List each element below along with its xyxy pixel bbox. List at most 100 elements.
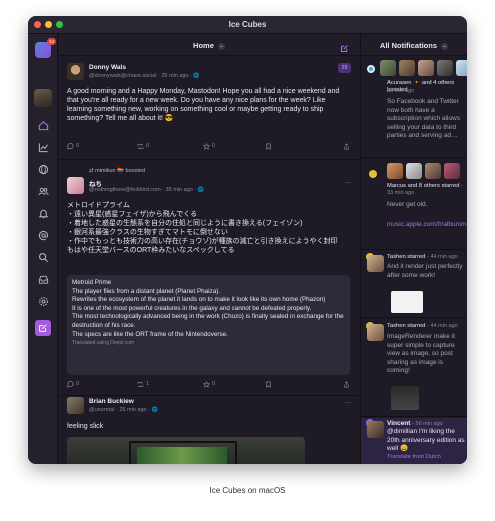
more-button[interactable]: …	[344, 178, 351, 185]
author-handle: @nothingthere@fedibird.com · 35 min ago …	[89, 187, 204, 193]
translation-line: The specs are like the ORT frame of the …	[72, 330, 228, 338]
avatar[interactable]	[437, 60, 453, 76]
screen-frame	[129, 441, 237, 464]
avatar[interactable]	[367, 421, 384, 438]
translation-line: The most technologically advanced being …	[72, 313, 344, 329]
notification-mention[interactable]: Vincent · 50 min ago @dimillian I'm liki…	[361, 418, 467, 464]
sidebar-item-community[interactable]	[35, 183, 51, 199]
avatar[interactable]	[367, 255, 384, 272]
content-line: ・着地した惑星の生態系を自分の住処と同じように書き換える(フェイゾン)	[67, 220, 303, 227]
home-timeline: Home ⌄ Donny Wals @donnywals@chaos.socia…	[59, 34, 359, 464]
search-icon	[38, 252, 48, 262]
translation-line: Metroid Prime	[72, 279, 112, 286]
app-icon[interactable]: 14	[35, 38, 56, 58]
notification-link[interactable]: music.apple.com/fr/album/numb/…	[387, 221, 467, 230]
author-handle: @unormal · 25 min ago · 🌐	[89, 407, 158, 413]
content-line: もはや任天堂バースのORT枠みたいなスペックしてる	[67, 247, 235, 254]
translation-box: Metroid Prime The player flies from a di…	[67, 275, 350, 375]
favorite-button[interactable]: 0	[203, 142, 215, 150]
sidebar-item-settings[interactable]	[35, 293, 51, 309]
globe-icon	[38, 164, 48, 174]
translation-line: The player flies from a distant planet (…	[72, 287, 221, 295]
notification-content: ImageRenderer make it super simple to ca…	[387, 333, 455, 374]
notification-content: Never get old.	[387, 201, 428, 208]
post-boosted[interactable]: ⇄ mimikun 🏳️‍🌈 boosted ねち @nothingthere@…	[59, 165, 359, 396]
star-icon	[203, 380, 210, 388]
reply-button[interactable]: 0	[67, 142, 79, 150]
translation-line: Rewrites the ecosystem of the planet it …	[72, 296, 326, 304]
reply-button[interactable]: 0	[67, 380, 79, 388]
notifications-title[interactable]: All Notifications ⌄	[361, 41, 467, 50]
sidebar-item-home[interactable]	[35, 117, 51, 133]
avatar[interactable]	[387, 163, 403, 179]
title-bar: Ice Cubes	[28, 16, 467, 34]
tray-icon	[38, 275, 48, 284]
star-badge-icon	[369, 170, 377, 178]
star-icon	[203, 142, 210, 150]
divider	[59, 159, 359, 160]
sidebar-item-explore[interactable]	[35, 249, 51, 265]
avatar[interactable]	[425, 163, 441, 179]
notification-count-badge: 14	[46, 38, 56, 45]
account-avatar[interactable]	[34, 89, 52, 107]
compose-header-button[interactable]	[340, 40, 349, 52]
translate-link[interactable]: Translate from Dutch	[387, 454, 441, 460]
more-button[interactable]: …	[344, 398, 351, 405]
content-line: メトロイドプライム	[67, 202, 130, 209]
divider	[361, 249, 467, 250]
sidebar-item-notifications[interactable]	[35, 205, 51, 221]
divider	[59, 395, 359, 396]
attached-image[interactable]	[391, 386, 419, 410]
boost-badge-icon	[367, 65, 375, 73]
post-actions: 0 1 0	[67, 379, 352, 389]
sidebar-item-messages[interactable]	[35, 271, 51, 287]
notification-item[interactable]: Tashen starred · 44 min ago And it rende…	[361, 251, 467, 318]
bookmark-button[interactable]	[265, 381, 272, 388]
sidebar-item-federated[interactable]	[35, 161, 51, 177]
avatar-row	[380, 60, 467, 76]
post-content: A good morning and a Happy Monday, Masto…	[67, 88, 340, 122]
chart-icon	[38, 142, 48, 152]
author-name[interactable]: Brian Buckiew	[89, 398, 134, 405]
notifications-header: All Notifications ⌄	[361, 34, 467, 56]
translation-line: It is one of the most powerful creatures…	[72, 304, 312, 312]
post-content: メトロイドプライム ・遠い異星(惑星フェイザ)から飛んでくる ・着地した惑星の生…	[67, 201, 352, 255]
post-donny[interactable]: Donny Wals @donnywals@chaos.social · 25 …	[59, 57, 359, 164]
divider	[361, 157, 467, 158]
post-brian[interactable]: Brian Buckiew @unormal · 25 min ago · 🌐 …	[59, 397, 359, 464]
avatar[interactable]	[399, 60, 415, 76]
avatar[interactable]	[406, 163, 422, 179]
share-icon	[344, 142, 349, 149]
translate-badge[interactable]: 29	[338, 63, 351, 73]
avatar[interactable]	[67, 63, 84, 80]
avatar[interactable]	[380, 60, 396, 76]
attached-image[interactable]	[391, 291, 423, 313]
share-icon	[344, 380, 349, 387]
avatar[interactable]	[456, 60, 467, 76]
boost-button[interactable]: 1	[137, 381, 149, 388]
timeline-header: Home ⌄	[59, 34, 359, 56]
boost-button[interactable]: 0	[137, 143, 149, 150]
bookmark-icon	[266, 381, 271, 388]
avatar[interactable]	[444, 163, 460, 179]
avatar[interactable]	[367, 324, 384, 341]
favorite-button[interactable]: 0	[203, 380, 215, 388]
chevron-down-icon: ⌄	[217, 42, 225, 50]
caption: Ice Cubes on macOS	[209, 486, 286, 495]
notification-item[interactable]: Tashen starred · 44 min ago ImageRendere…	[361, 322, 467, 418]
avatar[interactable]	[418, 60, 434, 76]
timeline-title[interactable]: Home ⌄	[59, 41, 359, 50]
author-name[interactable]: Donny Wals	[89, 64, 126, 71]
sidebar-item-trending[interactable]	[35, 139, 51, 155]
window-title: Ice Cubes	[228, 20, 267, 29]
notification-item[interactable]: Acurasen 🔸 and 4 others boosted 28 min a…	[361, 57, 467, 158]
avatar[interactable]	[67, 397, 84, 414]
share-button[interactable]	[343, 142, 350, 150]
post-image[interactable]	[67, 437, 305, 464]
bookmark-button[interactable]	[265, 143, 272, 150]
compose-button[interactable]	[35, 320, 51, 336]
post-actions: 0 0 0	[67, 141, 352, 151]
share-button[interactable]	[343, 380, 350, 388]
avatar[interactable]	[67, 177, 84, 194]
sidebar-item-mentions[interactable]	[35, 227, 51, 243]
